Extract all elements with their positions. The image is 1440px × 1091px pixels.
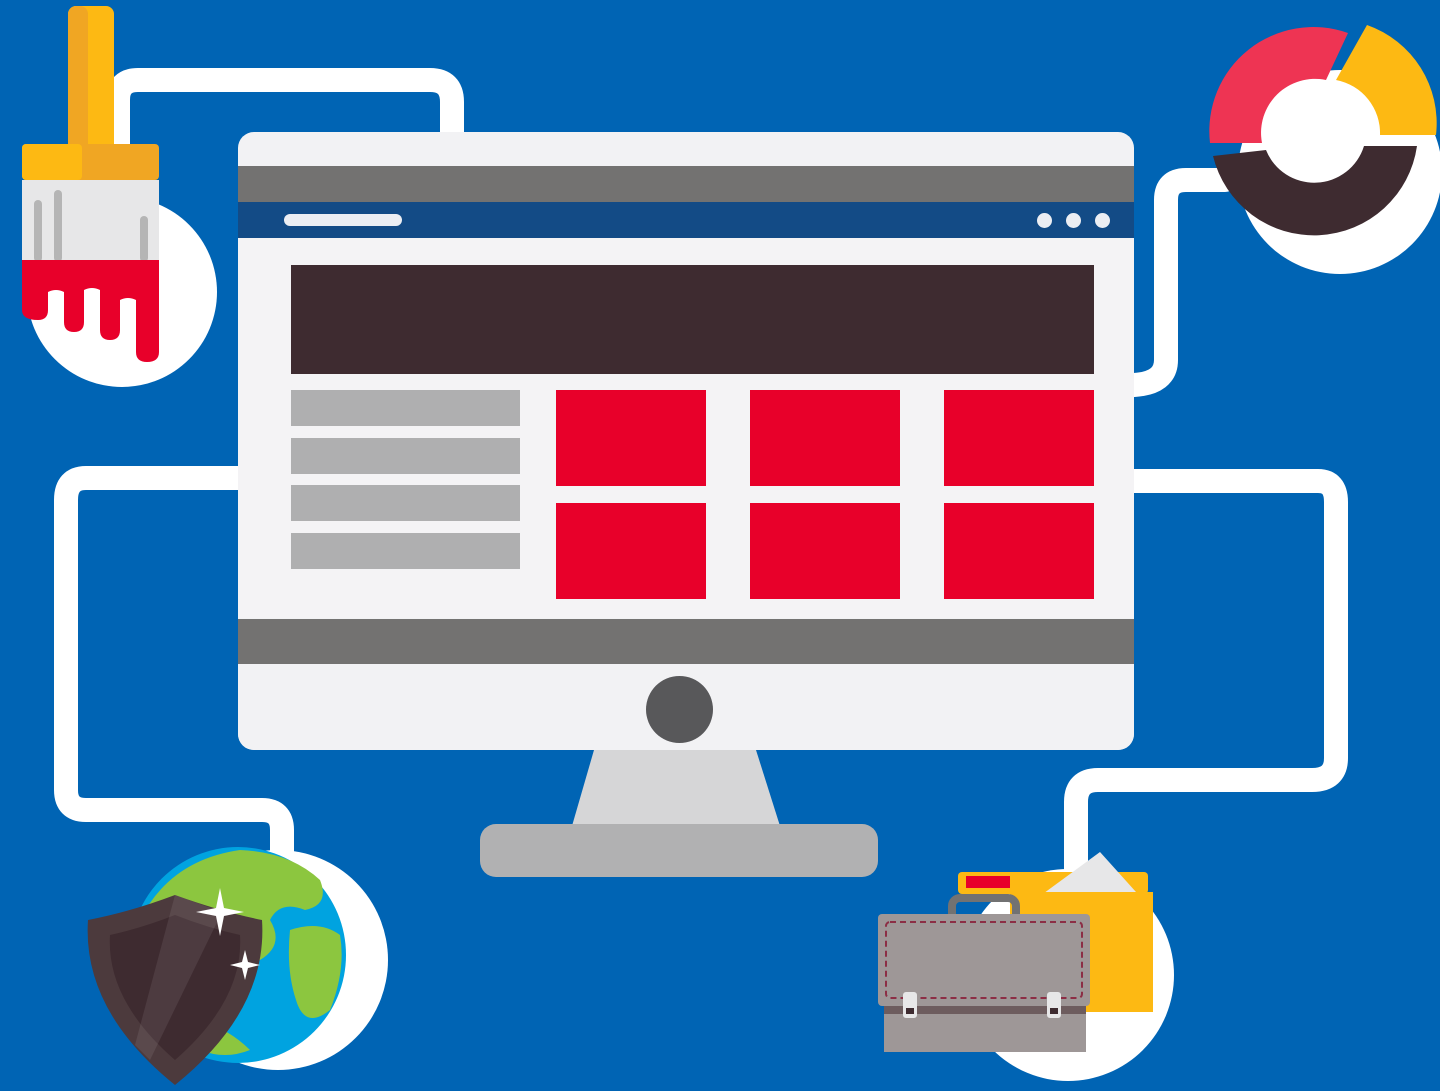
briefcase-circle [962, 869, 1174, 1081]
connector-chart [1122, 168, 1237, 397]
menu-dot [1066, 213, 1081, 228]
sidebar-item[interactable] [291, 485, 520, 521]
top-gray-bar [238, 166, 1134, 202]
menu-dot [1095, 213, 1110, 228]
content-tile[interactable] [556, 503, 706, 599]
monitor-stand-base [480, 824, 878, 877]
menu-dot [1037, 213, 1052, 228]
sidebar-item[interactable] [291, 533, 520, 569]
chart-circle [1238, 70, 1440, 274]
content-tile[interactable] [944, 503, 1094, 599]
page-content [238, 238, 1134, 618]
globe-circle [168, 850, 388, 1070]
monitor-screen [238, 132, 1134, 750]
sidebar-item[interactable] [291, 390, 520, 426]
sidebar-item[interactable] [291, 438, 520, 474]
content-tile[interactable] [556, 390, 706, 486]
address-bar[interactable] [284, 214, 402, 226]
content-tile[interactable] [944, 390, 1094, 486]
browser-bar [238, 202, 1134, 238]
content-tile[interactable] [750, 390, 900, 486]
hero-banner [291, 265, 1094, 374]
content-tile[interactable] [750, 503, 900, 599]
power-button[interactable] [646, 676, 713, 743]
brush-circle [27, 197, 217, 387]
bottom-gray-bar [238, 619, 1134, 664]
browser-menu-dots[interactable] [1037, 213, 1110, 228]
